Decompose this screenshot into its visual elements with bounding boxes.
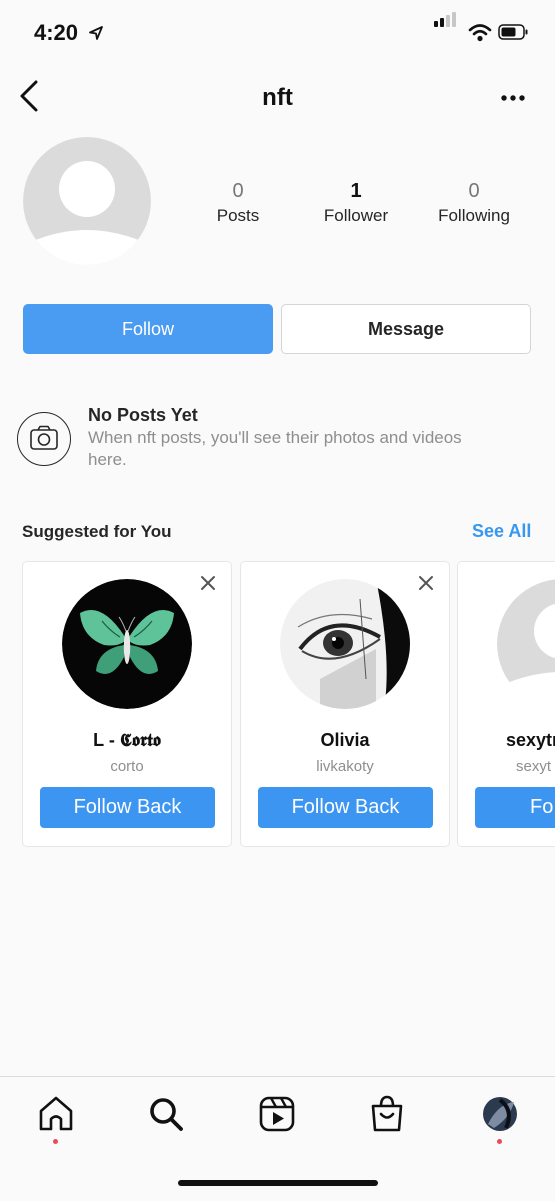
followers-count-value: 1 — [350, 180, 362, 202]
posts-count-label: Posts — [216, 206, 260, 225]
more-options-button[interactable] — [498, 90, 528, 106]
tab-profile[interactable] — [480, 1094, 520, 1134]
status-time: 4:20 — [34, 20, 79, 45]
suggested-avatar[interactable] — [497, 579, 555, 709]
follow-back-button[interactable]: Follow Back — [40, 787, 215, 828]
suggested-name: sexytr — [506, 730, 555, 750]
shop-icon — [371, 1095, 403, 1132]
search-icon — [150, 1098, 183, 1131]
posts-count[interactable]: 0 Posts — [178, 178, 298, 228]
suggested-name: Olivia — [320, 730, 370, 750]
reels-icon — [259, 1096, 295, 1132]
tab-search[interactable] — [146, 1094, 186, 1134]
dismiss-icon[interactable] — [200, 575, 216, 591]
suggested-handle: livkakoty — [316, 758, 374, 775]
home-notification-dot — [53, 1139, 58, 1144]
tab-reels[interactable] — [257, 1094, 297, 1134]
following-count[interactable]: 0 Following — [414, 178, 534, 228]
dismiss-icon[interactable] — [418, 575, 434, 591]
profile-avatar — [23, 137, 151, 265]
suggested-handle: corto — [110, 758, 144, 775]
follow-back-button[interactable]: Follow Back — [258, 787, 433, 828]
profile-avatar — [483, 1097, 517, 1131]
see-all-link[interactable]: See All — [472, 521, 531, 542]
no-posts-title: No Posts Yet — [88, 405, 198, 425]
home-icon — [39, 1096, 73, 1131]
suggested-card: Olivia livkakoty Follow Back — [240, 561, 450, 847]
default-avatar-icon — [497, 579, 555, 709]
following-count-value: 0 — [468, 180, 480, 202]
butterfly-avatar-image — [62, 579, 192, 709]
tab-shop[interactable] — [367, 1094, 407, 1134]
tab-home[interactable] — [36, 1094, 76, 1134]
follow-back-button[interactable]: Fo — [475, 787, 555, 828]
suggested-card: sexytr sexyt Fo — [457, 561, 555, 847]
eye-sketch-avatar-image — [280, 579, 410, 709]
following-count-label: Following — [438, 206, 510, 225]
suggested-avatar[interactable] — [62, 579, 192, 709]
suggested-handle: sexyt — [516, 758, 552, 775]
wifi-icon — [468, 24, 492, 42]
profile-notification-dot — [497, 1139, 502, 1144]
posts-count-value: 0 — [232, 180, 244, 202]
message-button[interactable]: Message — [281, 304, 531, 354]
default-avatar-icon — [23, 137, 151, 265]
suggested-name: L - 𝕮𝖔𝖗𝖙𝖔 — [93, 730, 161, 750]
suggested-card: L - 𝕮𝖔𝖗𝖙𝖔 corto Follow Back — [22, 561, 232, 847]
followers-count[interactable]: 1 Follower — [296, 178, 416, 228]
profile-username: nft — [262, 84, 293, 111]
home-indicator — [178, 1180, 378, 1186]
suggested-title: Suggested for You — [22, 522, 172, 541]
camera-icon — [17, 412, 71, 466]
no-posts-description: When nft posts, you'll see their photos … — [88, 428, 462, 469]
followers-count-label: Follower — [323, 206, 389, 225]
suggested-avatar[interactable] — [280, 579, 410, 709]
location-arrow-icon — [89, 26, 103, 40]
battery-icon — [498, 24, 528, 40]
follow-button[interactable]: Follow — [23, 304, 273, 354]
